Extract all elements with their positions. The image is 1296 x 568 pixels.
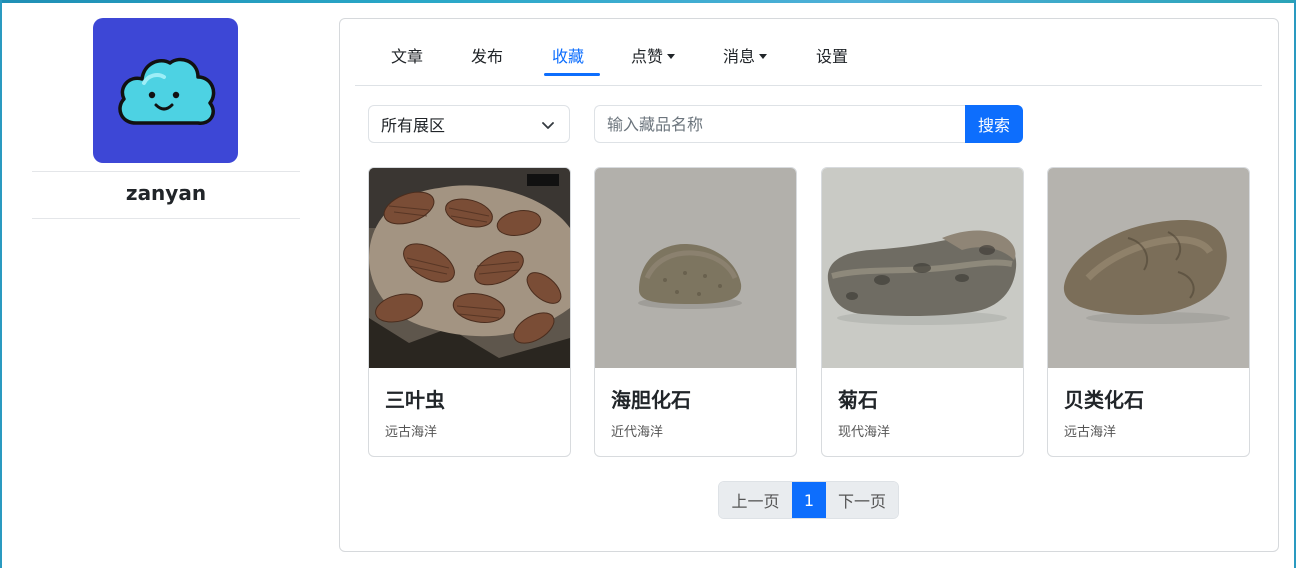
tab-messages[interactable]: 消息 [723,43,768,67]
divider [32,171,300,172]
ammonite-fossil-image [822,168,1023,368]
collection-card[interactable]: 菊石 现代海洋 [821,167,1024,457]
tab-favorites[interactable]: 收藏 [552,43,584,67]
trilobite-image [369,168,570,368]
cloud-smile-icon [117,57,215,125]
tab-settings[interactable]: 设置 [816,43,848,67]
divider [32,218,300,219]
next-page-button[interactable]: 下一页 [826,482,898,518]
select-value: 所有展区 [381,116,446,135]
window-top-border [0,0,1296,3]
window-left-border [0,0,2,568]
pagination: 上一页 1 下一页 [718,481,899,519]
active-tab-indicator [544,73,600,76]
avatar[interactable] [93,18,238,163]
collection-card[interactable]: 海胆化石 近代海洋 [594,167,797,457]
search-input[interactable] [594,105,966,143]
card-subtitle: 近代海洋 [611,425,664,440]
tab-articles[interactable]: 文章 [391,43,423,67]
current-page-button[interactable]: 1 [792,482,826,518]
caret-down-icon [667,53,676,59]
sea-urchin-fossil-image [595,168,796,368]
shell-fossil-image [1048,168,1249,368]
card-title: 三叶虫 [385,388,445,412]
tab-publish[interactable]: 发布 [471,43,503,67]
card-subtitle: 远古海洋 [1064,425,1117,440]
card-subtitle: 远古海洋 [385,425,438,440]
main-panel: 文章 发布 收藏 点赞 消息 设置 所有展区 搜索 [339,18,1279,552]
tab-likes[interactable]: 点赞 [631,43,676,67]
prev-page-button[interactable]: 上一页 [719,482,792,518]
search-button[interactable]: 搜索 [965,105,1023,143]
collection-card[interactable]: 贝类化石 远古海洋 [1047,167,1250,457]
chevron-down-icon [542,122,554,129]
card-title: 贝类化石 [1064,388,1144,412]
collection-card[interactable]: 三叶虫 远古海洋 [368,167,571,457]
card-title: 海胆化石 [611,388,691,412]
nav-tabs: 文章 发布 收藏 点赞 消息 设置 [355,19,1262,86]
exhibit-area-select[interactable]: 所有展区 [368,105,570,143]
caret-down-icon [759,53,768,59]
username: zanyan [125,181,207,205]
card-title: 菊石 [838,388,878,412]
card-subtitle: 现代海洋 [838,425,891,440]
